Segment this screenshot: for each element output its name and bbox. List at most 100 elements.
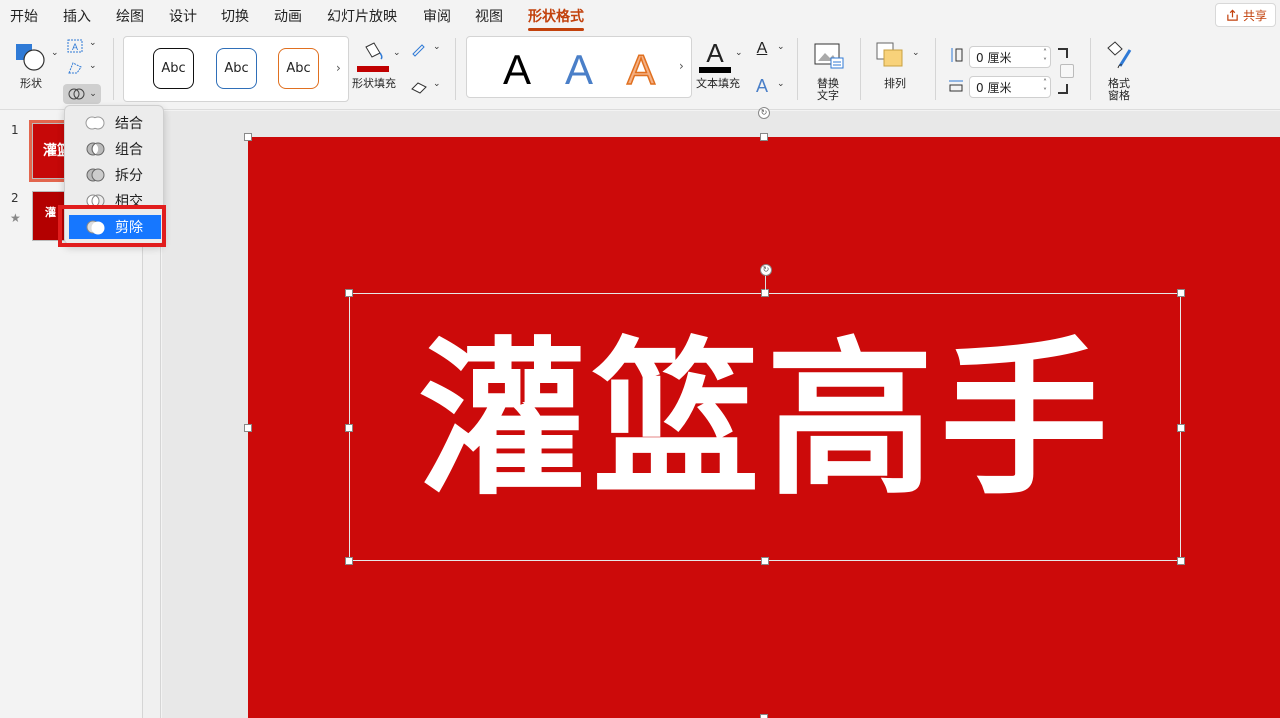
share-button[interactable]: 共享 <box>1214 3 1276 27</box>
ribbon-toolbar: ⌄ 形状 A ⌄ ⌄ ⌄ Abc Abc Abc › ⌄ 形状填充 ⌄ ⌄ A … <box>0 32 1280 110</box>
menu-item-union[interactable]: 结合 <box>69 111 161 135</box>
text-outline-button[interactable]: A <box>752 40 772 58</box>
shape-height-input[interactable]: 0 厘米 ˄ ˅ <box>969 46 1051 68</box>
svg-text:A: A <box>72 42 78 52</box>
union-icon <box>85 116 105 130</box>
textbox-handle-middle-right[interactable] <box>1177 424 1185 432</box>
textbox-handle-top-middle[interactable] <box>761 289 769 297</box>
text-effects-icon: A <box>755 75 768 96</box>
textbox-handle-bottom-left[interactable] <box>345 557 353 565</box>
arrange-chevron-icon[interactable]: ⌄ <box>912 48 920 58</box>
shape-outline-chevron-icon[interactable]: ⌄ <box>433 42 441 52</box>
ribbon-separator <box>797 38 798 100</box>
menu-item-combine[interactable]: 组合 <box>69 137 161 161</box>
shape-style-3[interactable]: Abc <box>278 48 319 89</box>
text-fill-swatch <box>699 66 731 73</box>
lock-aspect-top-bracket <box>1058 48 1068 58</box>
text-outline-chevron-icon[interactable]: ⌄ <box>777 42 785 52</box>
wordart-style-black[interactable]: A <box>503 49 531 91</box>
textbox-handle-bottom-right[interactable] <box>1177 557 1185 565</box>
format-pane-button[interactable] <box>1102 38 1138 72</box>
wordart-style-orange[interactable]: A <box>626 48 656 92</box>
ribbon-separator <box>113 38 114 100</box>
slide-rotate-handle-icon[interactable]: ↻ <box>758 107 770 119</box>
slide-editor: ↻ 灌篮高手 ↻ <box>162 107 1280 718</box>
shape-styles-gallery: Abc Abc Abc › <box>123 36 349 102</box>
fragment-icon <box>86 168 105 182</box>
tab-transitions[interactable]: 切换 <box>221 6 249 26</box>
tab-shape-format[interactable]: 形状格式 <box>528 6 584 31</box>
share-icon <box>1227 9 1238 21</box>
wordart-gallery: A A A › <box>466 36 692 98</box>
shapes-chevron-down-icon[interactable]: ⌄ <box>51 48 59 58</box>
shape-style-1[interactable]: Abc <box>153 48 194 89</box>
wordart-gallery-next-icon[interactable]: › <box>679 59 684 73</box>
lock-aspect-ratio-checkbox[interactable] <box>1060 64 1074 78</box>
text-effects-button[interactable]: A <box>752 76 772 96</box>
textbox-handle-middle-left[interactable] <box>345 424 353 432</box>
tab-design[interactable]: 设计 <box>169 6 197 26</box>
text-box-icon: A <box>67 39 83 53</box>
shape-fill-chevron-icon[interactable]: ⌄ <box>393 48 401 58</box>
text-fill-button[interactable]: A <box>698 38 732 74</box>
shape-effects-chevron-icon[interactable]: ⌄ <box>433 79 441 89</box>
shape-effects-button[interactable] <box>409 78 429 96</box>
shapes-label: 形状 <box>20 77 42 90</box>
share-label: 共享 <box>1242 8 1267 23</box>
textbox-rotate-handle-icon[interactable]: ↻ <box>760 264 772 276</box>
slide-title-text[interactable]: 灌篮高手 <box>350 330 1182 510</box>
shape-fill-button[interactable] <box>356 38 390 74</box>
text-fill-label: 文本填充 <box>696 77 740 90</box>
paint-bucket-icon <box>365 41 383 60</box>
slide-handle-top-middle[interactable] <box>760 133 768 141</box>
height-stepper-icon[interactable]: ˄ ˅ <box>1043 48 1047 66</box>
shape-width-value: 0 厘米 <box>976 80 1012 95</box>
fill-color-swatch <box>357 65 389 72</box>
shape-width-input[interactable]: 0 厘米 ˄ ˅ <box>969 76 1051 98</box>
arrange-button[interactable] <box>872 38 908 72</box>
edit-shape-chevron-icon[interactable]: ⌄ <box>89 61 97 71</box>
slide-handle-top-left[interactable] <box>244 133 252 141</box>
annotation-highlight-box <box>58 205 166 247</box>
alt-text-label-2: 文字 <box>817 89 839 102</box>
format-pane-icon <box>1107 41 1132 69</box>
shape-style-2[interactable]: Abc <box>216 48 257 89</box>
tab-home[interactable]: 开始 <box>10 6 38 26</box>
text-box-button[interactable]: A <box>66 38 84 54</box>
merge-shapes-button[interactable]: ⌄ <box>63 84 101 104</box>
tab-slideshow[interactable]: 幻灯片放映 <box>327 6 397 26</box>
wordart-style-blue[interactable]: A <box>565 49 593 91</box>
alt-text-button[interactable] <box>812 40 846 72</box>
menu-item-fragment-label: 拆分 <box>115 168 143 184</box>
text-effects-chevron-icon[interactable]: ⌄ <box>777 79 785 89</box>
combine-icon <box>86 142 105 156</box>
alt-text-icon <box>814 43 844 69</box>
height-icon <box>947 46 965 64</box>
slide-handle-middle-left[interactable] <box>244 424 252 432</box>
ribbon-tab-bar: 开始 插入 绘图 设计 切换 动画 幻灯片放映 审阅 视图 形状格式 共享 <box>0 0 1280 32</box>
text-box-chevron-icon[interactable]: ⌄ <box>89 38 97 48</box>
ribbon-separator <box>455 38 456 100</box>
tab-view[interactable]: 视图 <box>475 6 503 26</box>
gallery-next-icon[interactable]: › <box>336 61 341 75</box>
textbox-handle-bottom-middle[interactable] <box>761 557 769 565</box>
shapes-button[interactable] <box>12 40 52 74</box>
format-pane-label-2: 窗格 <box>1108 89 1130 102</box>
menu-item-fragment[interactable]: 拆分 <box>69 163 161 187</box>
tab-draw[interactable]: 绘图 <box>116 6 144 26</box>
pencil-icon <box>412 44 425 57</box>
edit-shape-button[interactable] <box>66 60 84 76</box>
powerpoint-window: 开始 插入 绘图 设计 切换 动画 幻灯片放映 审阅 视图 形状格式 共享 ⌄ … <box>0 0 1280 718</box>
textbox-handle-top-right[interactable] <box>1177 289 1185 297</box>
tab-review[interactable]: 审阅 <box>423 6 451 26</box>
width-stepper-icon[interactable]: ˄ ˅ <box>1043 78 1047 96</box>
title-text-box[interactable]: 灌篮高手 ↻ <box>345 264 1185 565</box>
tab-animations[interactable]: 动画 <box>274 6 302 26</box>
slide-canvas[interactable]: ↻ 灌篮高手 ↻ <box>244 107 1280 718</box>
menu-item-union-label: 结合 <box>115 116 143 132</box>
tab-insert[interactable]: 插入 <box>63 6 91 26</box>
textbox-handle-top-left[interactable] <box>345 289 353 297</box>
text-fill-chevron-icon[interactable]: ⌄ <box>735 48 743 58</box>
slide-handle-bottom-middle[interactable] <box>760 714 768 718</box>
shape-outline-button[interactable] <box>409 40 429 58</box>
